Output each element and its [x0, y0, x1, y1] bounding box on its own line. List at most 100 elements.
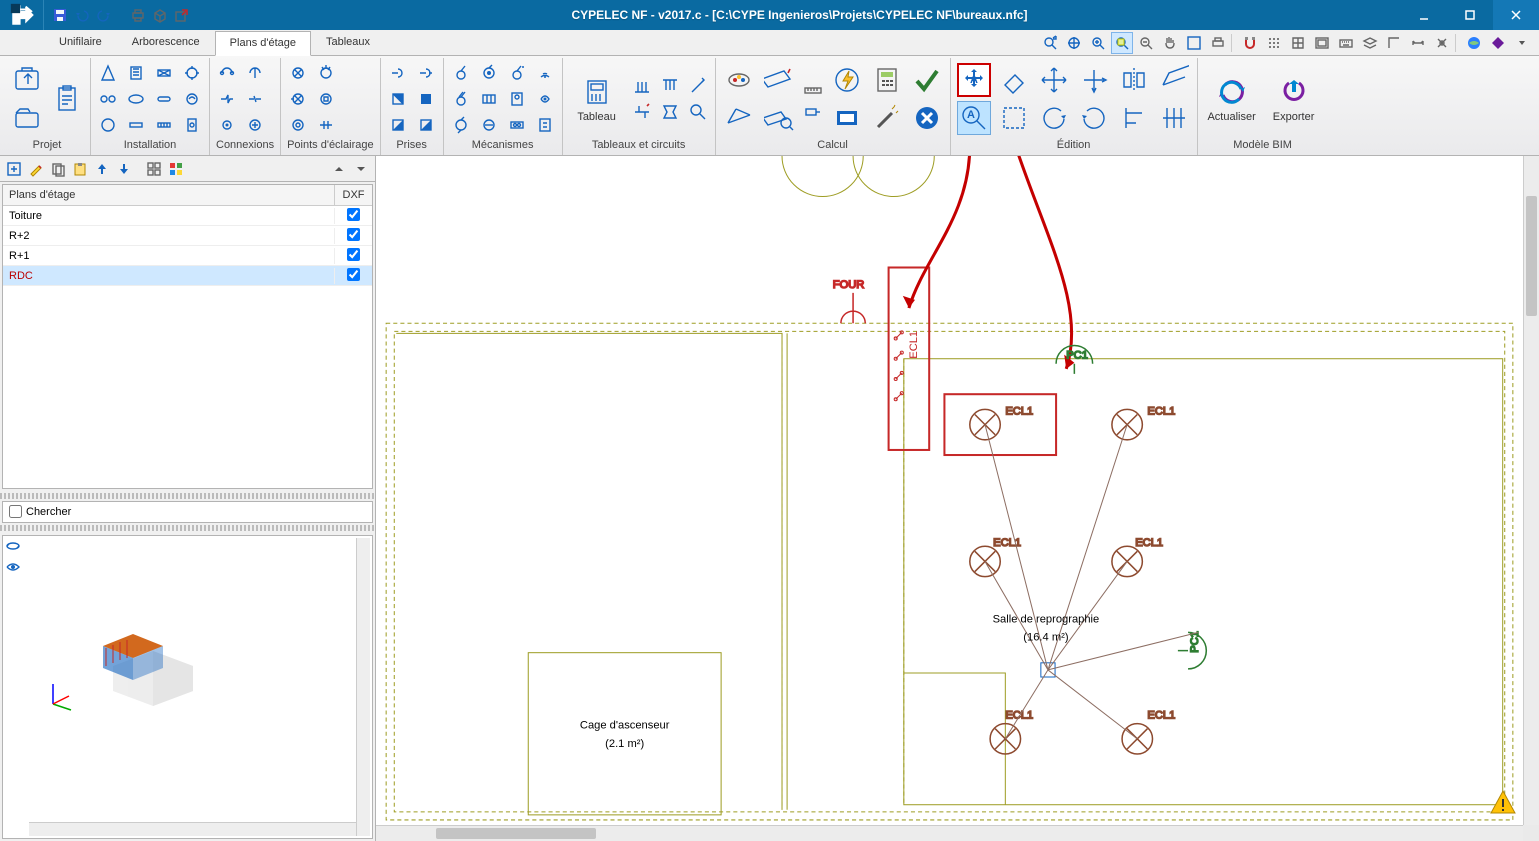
layers-icon[interactable] [1311, 32, 1333, 54]
save-icon[interactable] [52, 7, 68, 23]
floor-dxf-checkbox[interactable] [347, 268, 360, 281]
outlet-icon[interactable] [415, 114, 437, 136]
zoom-circuit-icon[interactable] [687, 101, 709, 123]
grid-icon[interactable] [1287, 32, 1309, 54]
canvas-vscroll[interactable] [1523, 156, 1539, 825]
align-icon[interactable] [1117, 101, 1151, 135]
move-icon[interactable] [1037, 63, 1071, 97]
globe-help-icon[interactable] [1463, 32, 1485, 54]
conn-icon[interactable] [244, 114, 266, 136]
inst-icon[interactable] [153, 114, 175, 136]
inst-icon[interactable] [97, 88, 119, 110]
rotate-3d-icon[interactable] [5, 538, 21, 557]
circuit-icon[interactable] [659, 75, 681, 97]
help-icon[interactable] [1487, 32, 1509, 54]
move-auto-icon[interactable]: A [957, 63, 991, 97]
outlet-icon[interactable] [387, 88, 409, 110]
light-icon[interactable] [287, 88, 309, 110]
mirror-v-icon[interactable] [1117, 63, 1151, 97]
grid-manage-icon[interactable] [144, 159, 164, 179]
print-view-icon[interactable] [1207, 32, 1229, 54]
check-icon[interactable] [910, 63, 944, 97]
project-open-icon[interactable] [10, 101, 44, 135]
keyboard-icon[interactable] [1335, 32, 1357, 54]
inst-icon[interactable] [125, 62, 147, 84]
inst-icon[interactable] [181, 62, 203, 84]
tab-plans-etage[interactable]: Plans d'étage [215, 31, 311, 56]
conn-icon[interactable] [244, 62, 266, 84]
undo-icon[interactable] [74, 7, 90, 23]
outlet-icon[interactable] [415, 88, 437, 110]
rotate-ccw-icon[interactable] [1037, 101, 1071, 135]
switch-icon[interactable] [450, 114, 472, 136]
outlet-icon[interactable] [387, 62, 409, 84]
switch-icon[interactable] [478, 88, 500, 110]
inst-icon[interactable] [125, 114, 147, 136]
floor-row[interactable]: R+2 [3, 226, 372, 246]
collapse-up-icon[interactable] [329, 159, 349, 179]
move-xy-icon[interactable] [1077, 63, 1111, 97]
conn-icon[interactable] [216, 114, 238, 136]
tree-header-dxf[interactable]: DXF [334, 185, 372, 205]
wand-icon[interactable] [870, 101, 904, 135]
actualiser-button[interactable]: Actualiser [1204, 75, 1260, 123]
switch-icon[interactable] [506, 62, 528, 84]
tab-unifilaire[interactable]: Unifilaire [44, 30, 117, 55]
grid-colors-icon[interactable] [166, 159, 186, 179]
outlet-icon[interactable] [387, 114, 409, 136]
dim-icon[interactable] [1407, 32, 1429, 54]
layer-blue-icon[interactable] [830, 101, 864, 135]
edit-icon[interactable] [26, 159, 46, 179]
warning-icon[interactable] [1489, 788, 1517, 819]
move-down-icon[interactable] [114, 159, 134, 179]
light-icon[interactable] [287, 62, 309, 84]
paste-icon[interactable] [70, 159, 90, 179]
inst-icon[interactable] [153, 88, 175, 110]
bolt-icon[interactable] [830, 63, 864, 97]
inst-icon[interactable] [97, 62, 119, 84]
ortho-icon[interactable] [1383, 32, 1405, 54]
drawing-canvas[interactable]: FOUR ECL1 [376, 156, 1523, 825]
switch-icon[interactable] [478, 62, 500, 84]
light-icon[interactable] [287, 114, 309, 136]
floor-dxf-checkbox[interactable] [347, 248, 360, 261]
inst-icon[interactable] [97, 114, 119, 136]
switch-icon[interactable] [506, 88, 528, 110]
conn-icon[interactable] [216, 88, 238, 110]
plane-icon[interactable] [722, 101, 756, 135]
cable-icon[interactable] [722, 63, 756, 97]
project-new-icon[interactable] [10, 63, 44, 97]
fullwindow-icon[interactable] [1183, 32, 1205, 54]
switch-icon[interactable] [534, 62, 556, 84]
canvas-hscroll[interactable] [376, 825, 1523, 841]
splitter-horizontal[interactable] [0, 525, 375, 531]
light-icon[interactable] [315, 62, 337, 84]
tableau-button[interactable]: Tableau [569, 75, 625, 123]
tree-header-name[interactable]: Plans d'étage [3, 185, 334, 205]
switch-icon[interactable] [478, 114, 500, 136]
floor-row[interactable]: Toiture [3, 206, 372, 226]
export-icon[interactable] [174, 7, 190, 23]
distribute-icon[interactable] [1157, 101, 1191, 135]
layers2-icon[interactable] [1359, 32, 1381, 54]
zoom-extents-icon[interactable] [1063, 32, 1085, 54]
tools-icon[interactable] [1431, 32, 1453, 54]
conn-icon[interactable] [244, 88, 266, 110]
switch-icon[interactable] [534, 114, 556, 136]
pan-icon[interactable] [1159, 32, 1181, 54]
switch-icon[interactable] [450, 88, 472, 110]
tab-tableaux[interactable]: Tableaux [311, 30, 385, 55]
inst-icon[interactable] [153, 62, 175, 84]
maximize-button[interactable] [1447, 0, 1493, 30]
viewer-vscroll[interactable] [356, 538, 370, 837]
splitter-horizontal[interactable] [0, 493, 375, 499]
tab-arborescence[interactable]: Arborescence [117, 30, 215, 55]
floor-row[interactable]: R+1 [3, 246, 372, 266]
search-checkbox[interactable] [9, 505, 22, 518]
minimize-button[interactable] [1401, 0, 1447, 30]
viewer-hscroll[interactable] [29, 822, 356, 836]
zoom-select-icon[interactable] [1111, 32, 1133, 54]
viewer-3d[interactable] [2, 535, 373, 840]
zoom-out-icon[interactable] [1135, 32, 1157, 54]
calc-icon[interactable] [870, 63, 904, 97]
